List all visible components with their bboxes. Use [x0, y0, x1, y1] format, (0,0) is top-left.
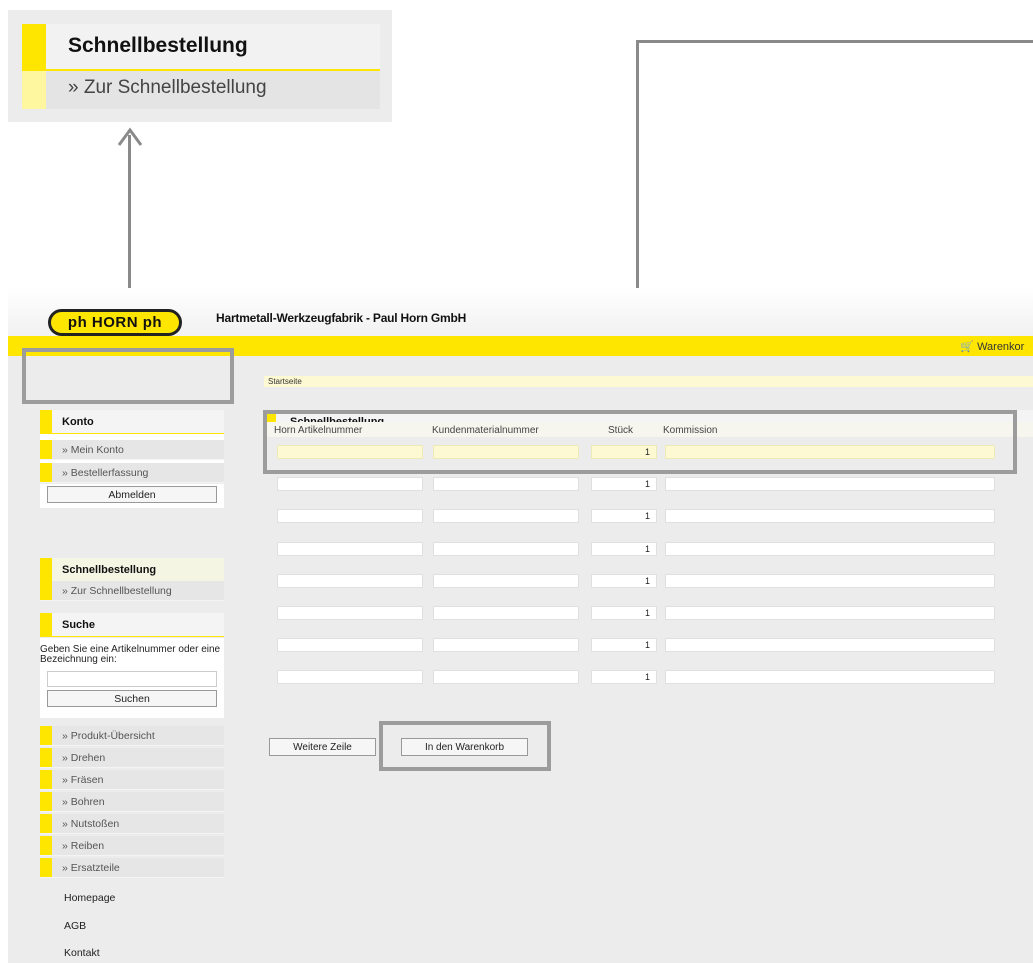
shop-page: ph HORN ph Hartmetall-Werkzeugfabrik - P…	[8, 288, 1033, 963]
company-name: Hartmetall-Werkzeugfabrik - Paul Horn Gm…	[216, 311, 467, 325]
stueck-input[interactable]: 1	[591, 606, 657, 620]
zoom-callout-link-bar[interactable]: » Zur Schnellbestellung	[22, 71, 380, 109]
column-header-kunden: Kundenmaterialnummer	[432, 425, 539, 436]
artikel-input[interactable]	[277, 445, 423, 459]
kunden-input[interactable]	[433, 574, 579, 588]
sidebar-konto-title: Konto	[62, 416, 94, 428]
sidebar-item-drehen[interactable]: » Drehen	[40, 748, 224, 768]
zoom-yellow-accent-light	[22, 71, 46, 109]
logout-button[interactable]: Abmelden	[47, 486, 217, 503]
sidebar-item-label: » Mein Konto	[62, 444, 124, 456]
zoom-callout: Schnellbestellung » Zur Schnellbestellun…	[8, 10, 392, 122]
kommission-input[interactable]	[665, 670, 995, 684]
sidebar-item-label: » Ersatzteile	[62, 862, 120, 874]
link-kontakt[interactable]: Kontakt	[64, 947, 100, 959]
kommission-input[interactable]	[665, 509, 995, 523]
kunden-input[interactable]	[433, 477, 579, 491]
column-header-kommission: Kommission	[663, 425, 718, 436]
stueck-input[interactable]: 1	[591, 542, 657, 556]
kunden-input[interactable]	[433, 638, 579, 652]
sidebar-item-label: » Produkt-Übersicht	[62, 730, 155, 742]
sidebar-item-reiben[interactable]: » Reiben	[40, 836, 224, 856]
sidebar-item-label: » Nutstoßen	[62, 818, 120, 830]
zoom-callout-title: Schnellbestellung	[68, 34, 248, 57]
stueck-input[interactable]: 1	[591, 574, 657, 588]
artikel-input[interactable]	[277, 509, 423, 523]
artikel-input[interactable]	[277, 574, 423, 588]
cart-label: Warenkor	[977, 341, 1025, 353]
sidebar-suche-title: Suche	[62, 619, 96, 631]
sidebar-schnellbestellung-title: Schnellbestellung	[62, 564, 157, 576]
sidebar-item-bestellerfassung[interactable]: » Bestellerfassung	[40, 463, 224, 483]
sidebar-item-zur-schnellbestellung[interactable]: » Zur Schnellbestellung	[40, 581, 224, 601]
sidebar-item-bohren[interactable]: » Bohren	[40, 792, 224, 812]
cart-link[interactable]: 🛒 Warenkor	[960, 340, 1024, 353]
breadcrumb[interactable]: Startseite	[264, 376, 1033, 387]
kunden-input[interactable]	[433, 509, 579, 523]
column-header-bar	[264, 422, 1033, 437]
kommission-input[interactable]	[665, 606, 995, 620]
artikel-input[interactable]	[277, 670, 423, 684]
zoom-callout-link[interactable]: » Zur Schnellbestellung	[68, 77, 267, 99]
sidebar-konto-header: Konto	[40, 410, 224, 434]
sidebar-schnellbestellung-header: Schnellbestellung	[40, 558, 224, 582]
sidebar-item-produkt-uebersicht[interactable]: » Produkt-Übersicht	[40, 726, 224, 746]
artikel-input[interactable]	[277, 638, 423, 652]
sidebar-item-label: » Bestellerfassung	[62, 467, 149, 479]
kunden-input[interactable]	[433, 445, 579, 459]
link-homepage[interactable]: Homepage	[64, 892, 115, 904]
arrow-up-icon	[117, 127, 143, 146]
artikel-input[interactable]	[277, 542, 423, 556]
sidebar-item-mein-konto[interactable]: » Mein Konto	[40, 440, 224, 460]
kommission-input[interactable]	[665, 574, 995, 588]
connector-line-horizontal	[636, 40, 1033, 43]
zoom-yellow-accent	[22, 24, 46, 71]
search-input[interactable]	[47, 671, 217, 687]
kommission-input[interactable]	[665, 445, 995, 459]
add-row-button[interactable]: Weitere Zeile	[269, 738, 376, 756]
sidebar-item-label: » Zur Schnellbestellung	[62, 585, 172, 597]
kunden-input[interactable]	[433, 606, 579, 620]
sidebar-item-ersatzteile[interactable]: » Ersatzteile	[40, 858, 224, 878]
stueck-input[interactable]: 1	[591, 509, 657, 523]
stueck-input[interactable]: 1	[591, 638, 657, 652]
sidebar-item-label: » Reiben	[62, 840, 105, 852]
search-hint: Geben Sie eine Artikelnummer oder eine B…	[40, 644, 221, 665]
artikel-input[interactable]	[277, 477, 423, 491]
stueck-input[interactable]: 1	[591, 670, 657, 684]
kunden-input[interactable]	[433, 670, 579, 684]
kommission-input[interactable]	[665, 477, 995, 491]
add-to-cart-button[interactable]: In den Warenkorb	[401, 738, 528, 756]
kunden-input[interactable]	[433, 542, 579, 556]
kommission-input[interactable]	[665, 638, 995, 652]
kommission-input[interactable]	[665, 542, 995, 556]
sidebar-item-fraesen[interactable]: » Fräsen	[40, 770, 224, 790]
search-button[interactable]: Suchen	[47, 690, 217, 707]
zoom-callout-title-bar: Schnellbestellung	[22, 24, 380, 71]
shopping-cart-icon: 🛒	[960, 341, 974, 353]
sidebar-item-nutstossen[interactable]: » Nutstoßen	[40, 814, 224, 834]
link-agb[interactable]: AGB	[64, 920, 86, 932]
header-yellow-bar	[8, 336, 1033, 356]
stueck-input[interactable]: 1	[591, 477, 657, 491]
horn-logo[interactable]: ph HORN ph	[48, 309, 182, 336]
column-header-artikel: Horn Artikelnummer	[274, 425, 363, 436]
sidebar-item-label: » Bohren	[62, 796, 105, 808]
stueck-input[interactable]: 1	[591, 445, 657, 459]
sidebar-suche-header: Suche	[40, 613, 224, 637]
sidebar-item-label: » Drehen	[62, 752, 106, 764]
artikel-input[interactable]	[277, 606, 423, 620]
column-header-stueck: Stück	[608, 425, 634, 436]
sidebar-item-label: » Fräsen	[62, 774, 104, 786]
